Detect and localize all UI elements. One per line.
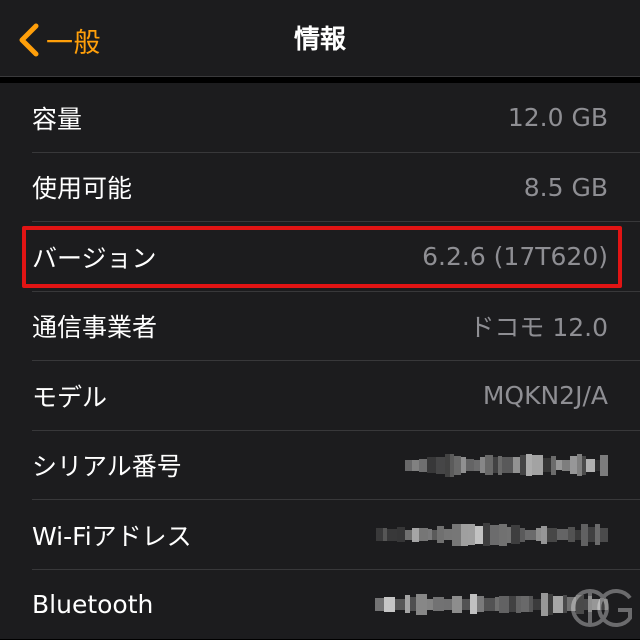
mosaic-block — [375, 597, 384, 611]
watermark-logo — [571, 589, 632, 627]
mosaic-block — [513, 457, 520, 474]
row-value: 6.2.6 (17T620) — [422, 242, 608, 272]
mosaic-block — [433, 597, 444, 612]
row-capacity[interactable]: 容量 12.0 GB — [0, 83, 640, 153]
mosaic-block — [444, 529, 452, 541]
about-info-list: 容量 12.0 GB 使用可能 8.5 GB バージョン 6.2.6 (17T6… — [0, 83, 640, 639]
mosaic-block — [600, 527, 608, 542]
mosaic-block — [581, 523, 588, 546]
mosaic-block — [502, 457, 513, 474]
row-wifi-address[interactable]: Wi-Fiアドレス — [0, 500, 640, 570]
mosaic-block — [462, 598, 470, 610]
mosaic-block — [395, 598, 405, 610]
row-value: 8.5 GB — [523, 172, 608, 202]
mosaic-block — [532, 455, 543, 476]
mosaic-block — [484, 597, 495, 611]
row-label: Bluetooth — [32, 589, 154, 619]
mosaic-block — [416, 593, 427, 615]
mosaic-block — [586, 458, 595, 472]
mosaic-block — [412, 459, 419, 471]
row-carrier[interactable]: 通信事業者 ドコモ 12.0 — [0, 292, 640, 362]
mosaic-block — [419, 528, 428, 542]
row-label: 使用可能 — [32, 174, 133, 204]
row-label: 通信事業者 — [32, 313, 158, 343]
row-version[interactable]: バージョン 6.2.6 (17T620) — [0, 222, 640, 292]
row-label: シリアル番号 — [32, 452, 182, 482]
mosaic-block — [485, 455, 493, 476]
redacted-value — [376, 522, 608, 548]
mosaic-block — [483, 523, 490, 547]
row-label: Wi-Fiアドレス — [32, 521, 192, 551]
mosaic-block — [376, 528, 383, 542]
mosaic-block — [509, 596, 516, 613]
mosaic-block — [511, 525, 520, 545]
row-value: MQKN2J/A — [482, 381, 608, 411]
mosaic-block — [405, 459, 412, 471]
mosaic-block — [466, 459, 474, 472]
mosaic-block — [470, 594, 477, 615]
row-label: モデル — [32, 382, 108, 412]
page-title: 情報 — [293, 25, 346, 55]
row-bluetooth[interactable]: Bluetooth — [0, 570, 640, 640]
mosaic-block — [454, 455, 461, 475]
row-available[interactable]: 使用可能 8.5 GB — [0, 153, 640, 223]
mosaic-block — [437, 526, 444, 544]
mosaic-block — [405, 529, 412, 540]
mosaic-block — [556, 460, 562, 471]
mosaic-block — [475, 525, 483, 544]
mosaic-block — [553, 595, 563, 613]
mosaic-block — [533, 598, 541, 610]
mosaic-block — [477, 596, 484, 613]
mosaic-block — [452, 523, 461, 546]
mosaic-block — [499, 595, 509, 613]
row-value: ドコモ 12.0 — [469, 313, 608, 343]
mosaic-block — [452, 595, 462, 613]
row-model[interactable]: モデル MQKN2J/A — [0, 361, 640, 431]
mosaic-block — [557, 529, 568, 541]
mosaic-block — [490, 524, 499, 545]
mosaic-block — [384, 596, 395, 612]
mosaic-block — [525, 529, 536, 540]
mosaic-block — [588, 527, 595, 543]
mosaic-block — [543, 458, 551, 473]
mosaic-block — [541, 592, 548, 616]
row-label: 容量 — [32, 104, 83, 134]
navigation-bar: 一般 情報 — [0, 0, 640, 77]
mosaic-block — [570, 456, 577, 475]
mosaic-block — [547, 527, 557, 542]
mosaic-block — [521, 596, 529, 613]
mosaic-block — [436, 456, 445, 474]
row-serial-number[interactable]: シリアル番号 — [0, 431, 640, 501]
mosaic-block — [499, 523, 507, 546]
mosaic-block — [562, 459, 570, 471]
mosaic-block — [444, 598, 452, 610]
row-label: バージョン — [32, 243, 157, 273]
mosaic-block — [600, 454, 608, 476]
mosaic-block — [412, 527, 419, 542]
redacted-value — [405, 452, 608, 478]
mosaic-block — [468, 524, 475, 546]
mosaic-block — [568, 527, 575, 543]
mosaic-block — [419, 458, 427, 472]
mosaic-block — [427, 457, 436, 474]
mosaic-block — [397, 527, 405, 543]
mosaic-block — [387, 528, 397, 541]
row-value: 12.0 GB — [507, 103, 608, 133]
mosaic-block — [461, 523, 468, 546]
